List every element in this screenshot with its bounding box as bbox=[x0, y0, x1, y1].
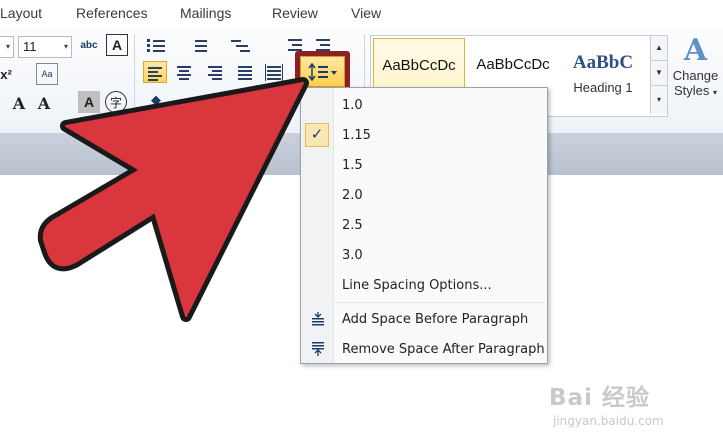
shrink-font-icon[interactable]: A bbox=[33, 92, 55, 114]
menu-item-2-0[interactable]: 2.0 bbox=[301, 180, 547, 210]
align-right-button[interactable] bbox=[203, 61, 227, 83]
justify-button[interactable] bbox=[233, 61, 257, 83]
menu-item-remove-space-after[interactable]: Remove Space After Paragraph bbox=[301, 334, 547, 364]
menu-item-line-spacing-options[interactable]: Line Spacing Options... bbox=[301, 270, 547, 300]
line-spacing-icon bbox=[300, 56, 345, 87]
line-spacing-button[interactable] bbox=[295, 51, 350, 92]
bullets-button[interactable] bbox=[144, 34, 168, 56]
baidu-watermark: Bai 经验 jingyan.baidu.com bbox=[549, 378, 719, 428]
watermark-url: jingyan.baidu.com bbox=[553, 414, 664, 428]
tab-view[interactable]: View bbox=[351, 5, 381, 21]
text-effects-icon[interactable]: Aa bbox=[36, 63, 58, 85]
style-sample-text: AaBbC bbox=[572, 52, 634, 73]
distributed-button[interactable] bbox=[262, 61, 286, 83]
menu-item-label: 1.5 bbox=[342, 158, 363, 173]
ribbon-tab-bar: Layout References Mailings Review View bbox=[0, 0, 723, 29]
align-left-button[interactable] bbox=[143, 61, 167, 83]
change-styles-button[interactable]: A Change Styles ▾ bbox=[668, 34, 723, 118]
menu-item-label: Line Spacing Options... bbox=[342, 278, 492, 293]
watermark-logo: Bai 经验 bbox=[549, 385, 650, 411]
scroll-down-icon[interactable]: ▼ bbox=[651, 60, 667, 85]
menu-item-label: 3.0 bbox=[342, 248, 363, 263]
chevron-down-icon: ▾ bbox=[63, 42, 68, 51]
menu-item-label: Remove Space After Paragraph bbox=[342, 342, 545, 357]
menu-item-1-0[interactable]: 1.0 bbox=[301, 90, 547, 120]
add-space-before-icon bbox=[310, 311, 326, 327]
multilevel-list-button[interactable] bbox=[228, 34, 252, 56]
change-styles-label: Change bbox=[672, 68, 719, 83]
menu-item-add-space-before[interactable]: Add Space Before Paragraph bbox=[301, 304, 547, 334]
superscript-icon[interactable]: x² bbox=[0, 64, 16, 84]
tab-mailings[interactable]: Mailings bbox=[180, 5, 231, 21]
scroll-up-icon[interactable]: ▲ bbox=[651, 36, 667, 60]
enclose-characters-icon[interactable]: 字 bbox=[105, 91, 127, 113]
character-shading-icon[interactable]: A bbox=[78, 91, 100, 113]
align-center-button[interactable] bbox=[172, 61, 196, 83]
shading-icon[interactable]: ◆ bbox=[145, 90, 167, 110]
change-case-icon[interactable]: abc bbox=[78, 34, 100, 56]
menu-item-2-5[interactable]: 2.5 bbox=[301, 210, 547, 240]
menu-item-1-15[interactable]: ✓ 1.15 bbox=[301, 120, 547, 150]
menu-separator bbox=[335, 302, 545, 303]
change-styles-label: Styles ▾ bbox=[673, 83, 718, 98]
numbering-button[interactable] bbox=[186, 34, 210, 56]
menu-item-label: Add Space Before Paragraph bbox=[342, 312, 529, 327]
font-size-combo[interactable]: 11 ▾ bbox=[18, 36, 72, 58]
grow-font-icon[interactable]: A bbox=[8, 92, 30, 114]
font-size-value: 11 bbox=[23, 39, 37, 54]
line-spacing-menu: 1.0 ✓ 1.15 1.5 2.0 2.5 3.0 Line Spacing … bbox=[300, 87, 548, 364]
clear-format-icon[interactable]: A bbox=[106, 34, 128, 56]
style-heading-1[interactable]: AaBbC Heading 1 bbox=[557, 38, 649, 112]
tab-review[interactable]: Review bbox=[272, 5, 318, 21]
group-separator bbox=[134, 34, 135, 122]
menu-item-1-5[interactable]: 1.5 bbox=[301, 150, 547, 180]
change-styles-icon: A bbox=[683, 33, 708, 68]
tab-layout[interactable]: Layout bbox=[0, 5, 42, 21]
menu-item-label: 2.0 bbox=[342, 188, 363, 203]
tab-references[interactable]: References bbox=[76, 5, 148, 21]
menu-item-label: 2.5 bbox=[342, 218, 363, 233]
styles-gallery-scroll[interactable]: ▲ ▼ ▾ bbox=[650, 36, 667, 114]
more-styles-icon[interactable]: ▾ bbox=[651, 85, 667, 114]
style-name-label: Heading 1 bbox=[573, 80, 633, 95]
style-sample-text: AaBbCcDc bbox=[382, 57, 456, 74]
menu-item-3-0[interactable]: 3.0 bbox=[301, 240, 547, 270]
style-sample-text: AaBbCcDc bbox=[476, 56, 550, 73]
font-name-combo[interactable]: ▾ bbox=[0, 36, 14, 58]
remove-space-after-icon bbox=[310, 341, 326, 357]
menu-item-label: 1.15 bbox=[342, 128, 371, 143]
menu-item-label: 1.0 bbox=[342, 98, 363, 113]
checkmark-icon: ✓ bbox=[305, 123, 329, 147]
